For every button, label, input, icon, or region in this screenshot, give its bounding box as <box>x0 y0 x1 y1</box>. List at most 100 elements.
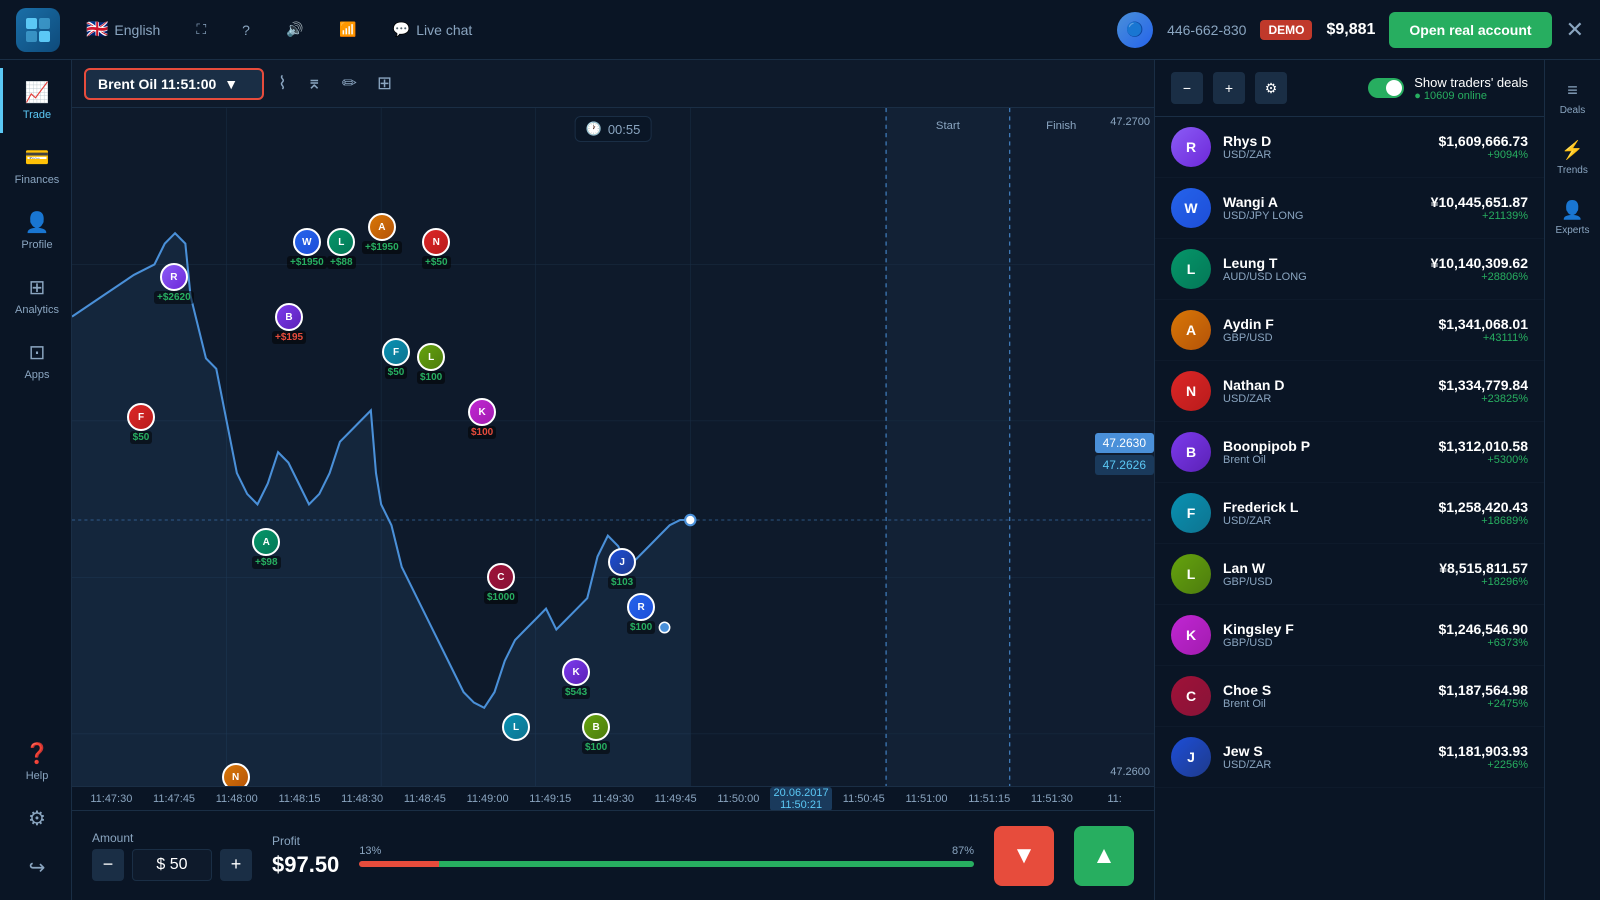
time-tick: 11:49:15 <box>519 793 582 805</box>
finances-icon: 💳 <box>25 145 50 170</box>
main-layout: 📈 Trade 💳 Finances 👤 Profile ⊞ Analytics… <box>0 60 1600 900</box>
show-deals-toggle[interactable] <box>1368 78 1404 98</box>
trader-stats: ¥10,140,309.62 +28806% <box>1431 255 1528 283</box>
progress-section: 13% 87% <box>359 845 974 867</box>
amount-input[interactable] <box>132 849 212 881</box>
language-label: English <box>114 22 160 38</box>
chart-canvas[interactable]: 🕐 00:55 47.2700 47.2650 47.2600 47.2630 … <box>72 108 1154 786</box>
open-account-button[interactable]: Open real account <box>1389 12 1551 48</box>
svg-text:Finish: Finish <box>1046 120 1076 132</box>
time-tick: 11:51:00 <box>895 793 958 805</box>
deals-item[interactable]: ≡ Deals <box>1545 68 1600 128</box>
deals-icon: ≡ <box>1567 80 1578 101</box>
dropdown-icon: ▼ <box>224 76 238 92</box>
avatar: 🔵 <box>1117 12 1153 48</box>
flag-icon: 🇬🇧 <box>86 19 108 40</box>
time-tick: 11:50:00 <box>707 793 770 805</box>
sidebar-item-label: Help <box>26 770 49 782</box>
trader-pair: Brent Oil <box>1223 698 1426 710</box>
trader-avatar: C <box>1171 676 1211 716</box>
online-badge: ● 10609 online <box>1414 90 1528 102</box>
line-chart-btn[interactable]: ⌇ <box>272 67 293 100</box>
sidebar-item-analytics[interactable]: ⊞ Analytics <box>0 263 71 328</box>
trader-item[interactable]: L Lan W GBP/USD ¥8,515,811.57 +18296% <box>1155 544 1544 605</box>
help-btn[interactable]: ? <box>232 16 260 44</box>
trader-avatar: A <box>1171 310 1211 350</box>
trader-item[interactable]: N Nathan D USD/ZAR $1,334,779.84 +23825% <box>1155 361 1544 422</box>
trader-name: Boonpipob P <box>1223 438 1426 454</box>
close-button[interactable]: ✕ <box>1566 17 1584 43</box>
sound-btn[interactable]: 🔊 <box>276 15 313 44</box>
fullscreen-btn[interactable]: ⛶ <box>186 15 216 44</box>
settings-btn[interactable]: ⚙ <box>1255 72 1287 104</box>
candle-chart-btn[interactable]: ⌆ <box>301 67 328 100</box>
amount-increase-btn[interactable]: + <box>220 849 252 881</box>
time-tick: 11: <box>1083 793 1146 805</box>
bottom-controls: Amount − + Profit $97.50 13% 87% <box>72 810 1154 900</box>
signal-btn[interactable]: 📶 <box>329 15 366 44</box>
sidebar-item-help[interactable]: ❓ Help <box>0 729 71 794</box>
sidebar-item-label: Analytics <box>15 304 59 316</box>
amount-decrease-btn[interactable]: − <box>92 849 124 881</box>
time-tick: 11:48:30 <box>331 793 394 805</box>
logout-icon: ↪ <box>29 855 46 880</box>
trader-avatar: J <box>1171 737 1211 777</box>
svg-text:Start: Start <box>936 120 961 132</box>
sidebar-item-settings[interactable]: ⚙ <box>0 794 71 843</box>
experts-item[interactable]: 👤 Experts <box>1545 188 1600 248</box>
trader-item[interactable]: K Kingsley F GBP/USD $1,246,546.90 +6373… <box>1155 605 1544 666</box>
trader-avatar: K <box>1171 615 1211 655</box>
trader-item[interactable]: R Rhys D USD/ZAR $1,609,666.73 +9094% <box>1155 117 1544 178</box>
price-ask: 47.2626 <box>1095 455 1154 475</box>
progress-bar-green <box>439 861 974 867</box>
draw-btn[interactable]: ✏ <box>336 67 363 100</box>
instrument-selector[interactable]: Brent Oil 11:51:00 ▼ <box>84 68 264 100</box>
time-tick: 11:48:45 <box>394 793 457 805</box>
sound-icon: 🔊 <box>286 21 303 38</box>
trader-name: Leung T <box>1223 255 1419 271</box>
progress-labels: 13% 87% <box>359 845 974 857</box>
trader-item[interactable]: B Boonpipob P Brent Oil $1,312,010.58 +5… <box>1155 422 1544 483</box>
far-right-panel: ≡ Deals ⚡ Trends 👤 Experts <box>1544 60 1600 900</box>
trader-item[interactable]: F Frederick L USD/ZAR $1,258,420.43 +186… <box>1155 483 1544 544</box>
sidebar-item-label: Profile <box>21 239 52 251</box>
livechat-btn[interactable]: 💬 Live chat <box>383 15 482 44</box>
toggle-knob <box>1386 80 1402 96</box>
trader-item[interactable]: W Wangi A USD/JPY LONG ¥10,445,651.87 +2… <box>1155 178 1544 239</box>
profile-icon: 👤 <box>25 210 50 235</box>
analytics-icon: ⊞ <box>29 275 46 300</box>
trader-item[interactable]: C Choe S Brent Oil $1,187,564.98 +2475% <box>1155 666 1544 727</box>
timer-overlay: 🕐 00:55 <box>575 116 652 142</box>
trader-item[interactable]: A Aydin F GBP/USD $1,341,068.01 +43111% <box>1155 300 1544 361</box>
app-logo[interactable] <box>16 8 60 52</box>
trader-avatar: R <box>1171 127 1211 167</box>
time-tick: 11:49:30 <box>582 793 645 805</box>
trade-down-button[interactable]: ▼ <box>994 826 1054 886</box>
trader-info: Choe S Brent Oil <box>1223 682 1426 710</box>
trader-change: +6373% <box>1438 637 1528 649</box>
trader-change: +5300% <box>1438 454 1528 466</box>
trader-name: Lan W <box>1223 560 1427 576</box>
trader-amount: ¥8,515,811.57 <box>1439 560 1528 576</box>
trader-stats: ¥8,515,811.57 +18296% <box>1439 560 1528 588</box>
trends-item[interactable]: ⚡ Trends <box>1545 128 1600 188</box>
trader-stats: $1,312,010.58 +5300% <box>1438 438 1528 466</box>
trader-item[interactable]: L Leung T AUD/USD LONG ¥10,140,309.62 +2… <box>1155 239 1544 300</box>
grid-btn[interactable]: ⊞ <box>371 67 398 100</box>
progress-bar-red <box>359 861 439 867</box>
sidebar-item-profile[interactable]: 👤 Profile <box>0 198 71 263</box>
sidebar-item-apps[interactable]: ⊡ Apps <box>0 328 71 393</box>
sidebar-item-logout[interactable]: ↪ <box>0 843 71 892</box>
amount-label: Amount <box>92 831 252 845</box>
zoom-out-btn[interactable]: − <box>1171 72 1203 104</box>
trader-change: +18689% <box>1438 515 1528 527</box>
show-deals-label: Show traders' deals <box>1414 75 1528 90</box>
trader-item[interactable]: J Jew S USD/ZAR $1,181,903.93 +2256% <box>1155 727 1544 788</box>
trade-up-button[interactable]: ▲ <box>1074 826 1134 886</box>
zoom-in-btn[interactable]: + <box>1213 72 1245 104</box>
sidebar-item-trade[interactable]: 📈 Trade <box>0 68 71 133</box>
trader-pair: USD/JPY LONG <box>1223 210 1419 222</box>
sidebar-item-finances[interactable]: 💳 Finances <box>0 133 71 198</box>
language-selector[interactable]: 🇬🇧 English <box>76 13 170 46</box>
trader-info: Wangi A USD/JPY LONG <box>1223 194 1419 222</box>
